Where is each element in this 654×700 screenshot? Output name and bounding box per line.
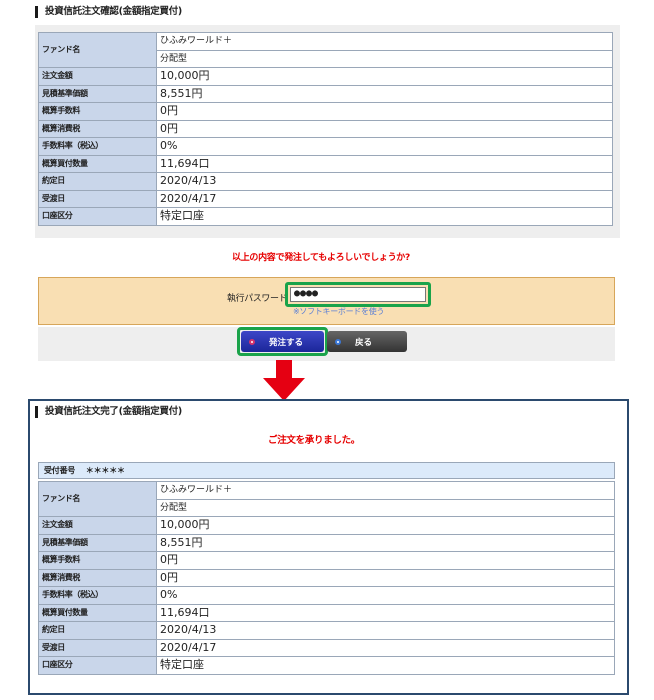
completion-order-table: ファンド名 ひふみワールド＋ 分配型 注文金額 10,000円 見積基準価額 8,5…: [38, 481, 615, 675]
down-arrow-icon: [263, 360, 305, 401]
table-row: 見積基準価額 8,551円: [38, 84, 613, 103]
fee-rate-label: 手数料率（税込）: [38, 586, 157, 605]
settlement-date-value: 2020/4/17: [156, 638, 615, 657]
account-type-label: 口座区分: [38, 656, 157, 675]
completion-page-title: 投資信託注文完了(金額指定買付): [35, 406, 182, 418]
submit-order-button[interactable]: 発注する: [241, 331, 324, 352]
table-row: 注文金額 10,000円: [38, 516, 615, 535]
bullet-icon: [249, 338, 255, 345]
table-row: ファンド名 ひふみワールド＋: [38, 481, 615, 517]
estimated-nav-label: 見積基準価額: [38, 84, 157, 103]
table-row: 受渡日 2020/4/17: [38, 189, 613, 208]
order-amount-label: 注文金額: [38, 516, 157, 535]
receipt-number-row: 受付番号 ＊＊＊＊＊: [38, 462, 615, 479]
fund-name-value: ひふみワールド＋: [156, 32, 613, 51]
confirm-page-title: 投資信託注文確認(金額指定買付): [35, 6, 182, 18]
table-row: 概算消費税 0円: [38, 568, 615, 587]
table-row: 注文金額 10,000円: [38, 67, 613, 86]
quantity-label: 概算買付数量: [38, 603, 157, 622]
table-row: 概算手数料 0円: [38, 551, 615, 570]
back-label: 戻る: [355, 337, 373, 348]
trade-date-value: 2020/4/13: [156, 172, 613, 191]
tax-label: 概算消費税: [38, 568, 157, 587]
confirm-order-table: ファンド名 ひふみワールド＋ 分配型 注文金額 10,000円 見積基準価額 8,5…: [38, 32, 613, 226]
table-row: 口座区分 特定口座: [38, 207, 613, 226]
completion-message: ご注文を承りました。: [268, 435, 361, 446]
receipt-number-value: ＊＊＊＊＊: [85, 466, 125, 475]
estimated-nav-value: 8,551円: [156, 84, 613, 103]
quantity-label: 概算買付数量: [38, 154, 157, 173]
table-row: 約定日 2020/4/13: [38, 172, 613, 191]
estimated-nav-value: 8,551円: [156, 533, 615, 552]
password-input[interactable]: ●●●●: [290, 287, 426, 302]
table-row: 手数料率（税込） 0%: [38, 586, 615, 605]
fund-type-value: 分配型: [156, 49, 613, 68]
order-amount-value: 10,000円: [156, 516, 615, 535]
account-type-value: 特定口座: [156, 656, 615, 675]
submit-order-label: 発注する: [269, 337, 304, 348]
tax-value: 0円: [156, 119, 613, 138]
tax-label: 概算消費税: [38, 119, 157, 138]
table-row: ファンド名 ひふみワールド＋: [38, 32, 613, 68]
fee-rate-value: 0%: [156, 586, 615, 605]
settlement-date-label: 受渡日: [38, 638, 157, 657]
fund-name-value: ひふみワールド＋: [156, 481, 615, 500]
table-row: 約定日 2020/4/13: [38, 621, 615, 640]
order-amount-value: 10,000円: [156, 67, 613, 86]
order-amount-label: 注文金額: [38, 67, 157, 86]
confirm-question: 以上の内容で発注してもよろしいでしょうか?: [232, 253, 410, 263]
settlement-date-label: 受渡日: [38, 189, 157, 208]
fee-rate-value: 0%: [156, 137, 613, 156]
estimated-nav-label: 見積基準価額: [38, 533, 157, 552]
soft-keyboard-link[interactable]: ※ソフトキーボードを使う: [293, 306, 384, 317]
table-row: 見積基準価額 8,551円: [38, 533, 615, 552]
fee-label: 概算手数料: [38, 551, 157, 570]
account-type-value: 特定口座: [156, 207, 613, 226]
fund-name-label: ファンド名: [38, 32, 157, 68]
trade-date-label: 約定日: [38, 172, 157, 191]
table-row: 口座区分 特定口座: [38, 656, 615, 675]
fee-label: 概算手数料: [38, 102, 157, 121]
password-label: 執行パスワード: [227, 294, 288, 304]
fee-rate-label: 手数料率（税込）: [38, 137, 157, 156]
fund-name-label: ファンド名: [38, 481, 157, 517]
account-type-label: 口座区分: [38, 207, 157, 226]
table-row: 受渡日 2020/4/17: [38, 638, 615, 657]
fee-value: 0円: [156, 551, 615, 570]
table-row: 概算消費税 0円: [38, 119, 613, 138]
back-button[interactable]: 戻る: [327, 331, 407, 352]
trade-date-value: 2020/4/13: [156, 621, 615, 640]
trade-date-label: 約定日: [38, 621, 157, 640]
bullet-icon: [335, 338, 341, 345]
table-row: 概算買付数量 11,694口: [38, 603, 615, 622]
fee-value: 0円: [156, 102, 613, 121]
table-row: 概算買付数量 11,694口: [38, 154, 613, 173]
table-row: 概算手数料 0円: [38, 102, 613, 121]
settlement-date-value: 2020/4/17: [156, 189, 613, 208]
quantity-value: 11,694口: [156, 603, 615, 622]
fund-type-value: 分配型: [156, 498, 615, 517]
tax-value: 0円: [156, 568, 615, 587]
quantity-value: 11,694口: [156, 154, 613, 173]
table-row: 手数料率（税込） 0%: [38, 137, 613, 156]
receipt-number-label: 受付番号: [44, 466, 76, 475]
